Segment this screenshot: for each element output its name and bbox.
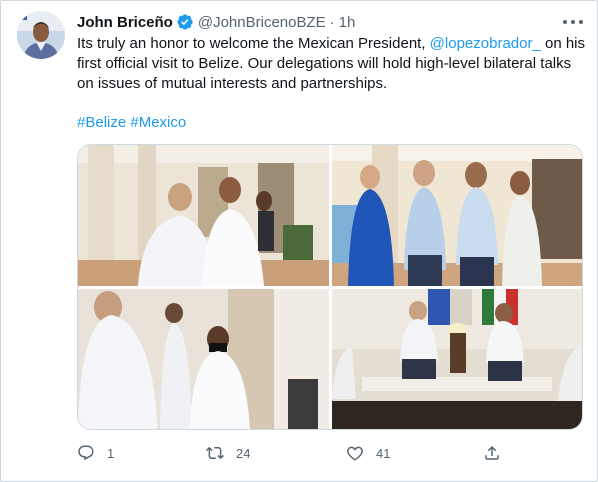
share-button[interactable]: [483, 441, 501, 465]
hashtag-link[interactable]: #Mexico: [130, 114, 186, 131]
reply-button[interactable]: 1: [77, 441, 114, 465]
photo-handshake[interactable]: [78, 145, 329, 286]
retweet-button[interactable]: 24: [206, 441, 250, 465]
tweet-actions: 1 24 41: [77, 441, 507, 465]
timestamp[interactable]: 1h: [339, 14, 356, 31]
share-icon: [483, 444, 501, 462]
mention-link[interactable]: @lopezobrador_: [430, 35, 541, 52]
retweet-icon: [206, 444, 224, 462]
avatar[interactable]: [17, 11, 65, 59]
more-icon[interactable]: [563, 14, 583, 30]
author-handle[interactable]: @JohnBricenoBZE: [198, 14, 326, 31]
media-grid: [77, 144, 583, 430]
photo-arrival[interactable]: [78, 289, 329, 429]
photo-group-handshake[interactable]: [332, 145, 582, 286]
like-count: 41: [376, 445, 391, 461]
author-name[interactable]: John Briceño: [77, 14, 173, 31]
separator-dot: ·: [329, 13, 335, 31]
photo-bilateral-meeting[interactable]: [332, 289, 582, 429]
tweet-header: John Briceño @JohnBricenoBZE · 1h: [77, 12, 355, 32]
hashtags: #Belize #Mexico: [77, 113, 186, 133]
retweet-count: 24: [236, 445, 251, 461]
like-icon: [346, 444, 364, 462]
reply-icon: [77, 444, 95, 462]
tweet-card[interactable]: John Briceño @JohnBricenoBZE · 1h Its tr…: [0, 0, 598, 482]
hashtag-link[interactable]: #Belize: [77, 114, 126, 131]
verified-badge-icon: [176, 13, 194, 31]
tweet-text: Its truly an honor to welcome the Mexica…: [77, 34, 587, 94]
reply-count: 1: [107, 445, 115, 461]
tweet-text-start: Its truly an honor to welcome the Mexica…: [77, 35, 430, 52]
like-button[interactable]: 41: [346, 441, 390, 465]
